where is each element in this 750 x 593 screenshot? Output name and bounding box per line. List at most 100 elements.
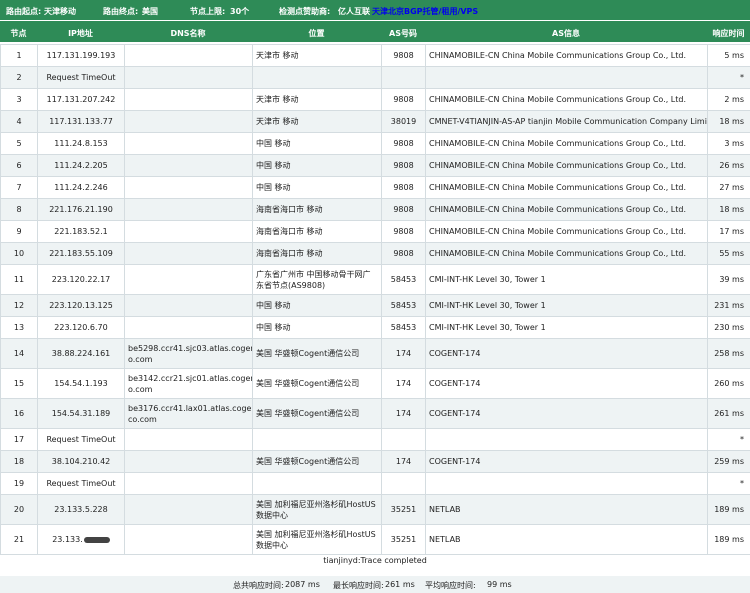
response-time: 261 ms bbox=[707, 398, 750, 429]
hop-number: 21 bbox=[0, 524, 38, 555]
origin-value: 天津移动 bbox=[44, 7, 76, 16]
table-row: 4 117.131.133.77 天津市 移动 38019 CMNET-V4TIANJI… bbox=[0, 110, 750, 133]
dns-name: be3176.ccr41.lax01.atlas.cogent co.com bbox=[124, 398, 253, 429]
avg-time-label: 平均响应时间: bbox=[425, 581, 476, 590]
ip-text: 38.104.210.42 bbox=[51, 457, 111, 466]
as-info bbox=[425, 428, 708, 451]
ip-text: 117.131.207.242 bbox=[46, 95, 116, 104]
response-time: 260 ms bbox=[707, 368, 750, 399]
ip-address: 154.54.1.193 bbox=[37, 368, 125, 399]
hop-number: 10 bbox=[0, 242, 38, 265]
loc-line: 美国 华盛顿Cogent通信公司 bbox=[256, 379, 360, 388]
as-number bbox=[381, 66, 426, 89]
as-number: 9808 bbox=[381, 88, 426, 111]
dns-name bbox=[124, 294, 253, 317]
ip-text: 223.120.13.125 bbox=[49, 301, 113, 310]
loc-line: 美国 华盛顿Cogent通信公司 bbox=[256, 409, 360, 418]
trace-table: 1 117.131.199.193 天津市 移动 9808 CHINAMOBILE-CN… bbox=[0, 44, 750, 555]
ip-address: 221.176.21.190 bbox=[37, 198, 125, 221]
table-row: 21 23.133. 美国 加利福尼亚州洛杉矶HostUS 数据中心 35251 NETL… bbox=[0, 524, 750, 555]
dns-line: co.com bbox=[128, 414, 157, 424]
table-row: 19 Request TimeOut * bbox=[0, 472, 750, 495]
as-info: NETLAB bbox=[425, 524, 708, 555]
dns-name bbox=[124, 450, 253, 473]
dns-name bbox=[124, 88, 253, 111]
hop-number: 15 bbox=[0, 368, 38, 399]
response-time: 2 ms bbox=[707, 88, 750, 111]
sponsor-label: 检测点赞助商: bbox=[279, 7, 331, 16]
ip-address: 111.24.8.153 bbox=[37, 132, 125, 155]
table-row: 8 221.176.21.190 海南省海口市 移动 9808 CHINAMOBILE-… bbox=[0, 198, 750, 221]
response-time: 55 ms bbox=[707, 242, 750, 265]
table-row: 5 111.24.8.153 中国 移动 9808 CHINAMOBILE-CN Chi… bbox=[0, 132, 750, 155]
dns-name bbox=[124, 472, 253, 495]
location: 中国 移动 bbox=[252, 294, 382, 317]
col-header-location: 位置 bbox=[308, 29, 325, 38]
ip-text: 117.131.133.77 bbox=[49, 117, 113, 126]
dns-line: o.com bbox=[128, 384, 153, 394]
table-row: 11 223.120.22.17 广东省广州市 中国移动骨干网广 东省节点(AS980… bbox=[0, 264, 750, 295]
total-time-label: 总共响应时间: bbox=[233, 581, 284, 590]
hop-number: 13 bbox=[0, 316, 38, 339]
table-row: 14 38.88.224.161 be5298.ccr41.sjc03.atlas.… bbox=[0, 338, 750, 369]
as-number: 174 bbox=[381, 450, 426, 473]
as-info: COGENT-174 bbox=[425, 450, 708, 473]
as-number: 9808 bbox=[381, 132, 426, 155]
loc-line: 中国 移动 bbox=[256, 301, 291, 310]
loc-line: 广东省广州市 中国移动骨干网广 bbox=[256, 269, 371, 279]
loc-line: 数据中心 bbox=[256, 540, 288, 550]
limit-label: 节点上限: bbox=[190, 7, 226, 16]
dns-name bbox=[124, 316, 253, 339]
col-header-dns: DNS名称 bbox=[170, 29, 206, 38]
table-header: 节点 IP地址 DNS名称 位置 AS号码 AS信息 响应时间 bbox=[0, 21, 750, 42]
ip-address: 223.120.13.125 bbox=[37, 294, 125, 317]
location: 美国 加利福尼亚州洛杉矶HostUS 数据中心 bbox=[252, 494, 382, 525]
hop-number: 19 bbox=[0, 472, 38, 495]
as-number: 9808 bbox=[381, 176, 426, 199]
col-header-num: 节点 bbox=[10, 29, 27, 38]
as-info: CHINAMOBILE-CN China Mobile Communicatio… bbox=[425, 198, 708, 221]
limit-value: 30个 bbox=[230, 7, 250, 16]
ip-text: 111.24.2.246 bbox=[54, 183, 108, 192]
dns-name bbox=[124, 132, 253, 155]
trace-status: tianjinyd:Trace completed bbox=[323, 556, 427, 565]
hop-number: 20 bbox=[0, 494, 38, 525]
ip-address: 111.24.2.205 bbox=[37, 154, 125, 177]
sponsor-link[interactable]: 天津北京BGP托管/租用/VPS bbox=[372, 6, 478, 17]
response-time: 189 ms bbox=[707, 494, 750, 525]
dns-name bbox=[124, 176, 253, 199]
ip-address: 221.183.52.1 bbox=[37, 220, 125, 243]
dns-line: o.com bbox=[128, 354, 153, 364]
ip-address: Request TimeOut bbox=[37, 472, 125, 495]
hop-number: 11 bbox=[0, 264, 38, 295]
loc-line: 中国 移动 bbox=[256, 323, 291, 332]
ip-address: Request TimeOut bbox=[37, 428, 125, 451]
dns-name bbox=[124, 264, 253, 295]
as-info bbox=[425, 472, 708, 495]
table-row: 10 221.183.55.109 海南省海口市 移动 9808 CHINAMOBILE… bbox=[0, 242, 750, 265]
ip-text: 111.24.2.205 bbox=[54, 161, 108, 170]
table-row: 16 154.54.31.189 be3176.ccr41.lax01.atlas.… bbox=[0, 398, 750, 429]
max-time-value: 261 ms bbox=[385, 580, 415, 589]
response-time: 189 ms bbox=[707, 524, 750, 555]
response-time: * bbox=[707, 66, 750, 89]
max-time-label: 最长响应时间: bbox=[333, 581, 384, 590]
response-time: 27 ms bbox=[707, 176, 750, 199]
table-row: 15 154.54.1.193 be3142.ccr21.sjc01.atlas.c… bbox=[0, 368, 750, 399]
hop-number: 17 bbox=[0, 428, 38, 451]
ip-text: Request TimeOut bbox=[46, 73, 116, 82]
sponsor-name: 亿人互联 bbox=[338, 7, 370, 16]
location: 美国 华盛顿Cogent通信公司 bbox=[252, 368, 382, 399]
dns-name bbox=[124, 154, 253, 177]
ip-text: 221.176.21.190 bbox=[49, 205, 113, 214]
ip-address: 223.120.22.17 bbox=[37, 264, 125, 295]
hop-number: 18 bbox=[0, 450, 38, 473]
as-number: 174 bbox=[381, 368, 426, 399]
ip-address: 117.131.207.242 bbox=[37, 88, 125, 111]
location bbox=[252, 472, 382, 495]
dns-name: be5298.ccr41.sjc03.atlas.cogentc o.com bbox=[124, 338, 253, 369]
loc-line: 海南省海口市 移动 bbox=[256, 227, 323, 236]
as-info: CMI-INT-HK Level 30, Tower 1 bbox=[425, 264, 708, 295]
as-info: COGENT-174 bbox=[425, 338, 708, 369]
ip-address: 221.183.55.109 bbox=[37, 242, 125, 265]
